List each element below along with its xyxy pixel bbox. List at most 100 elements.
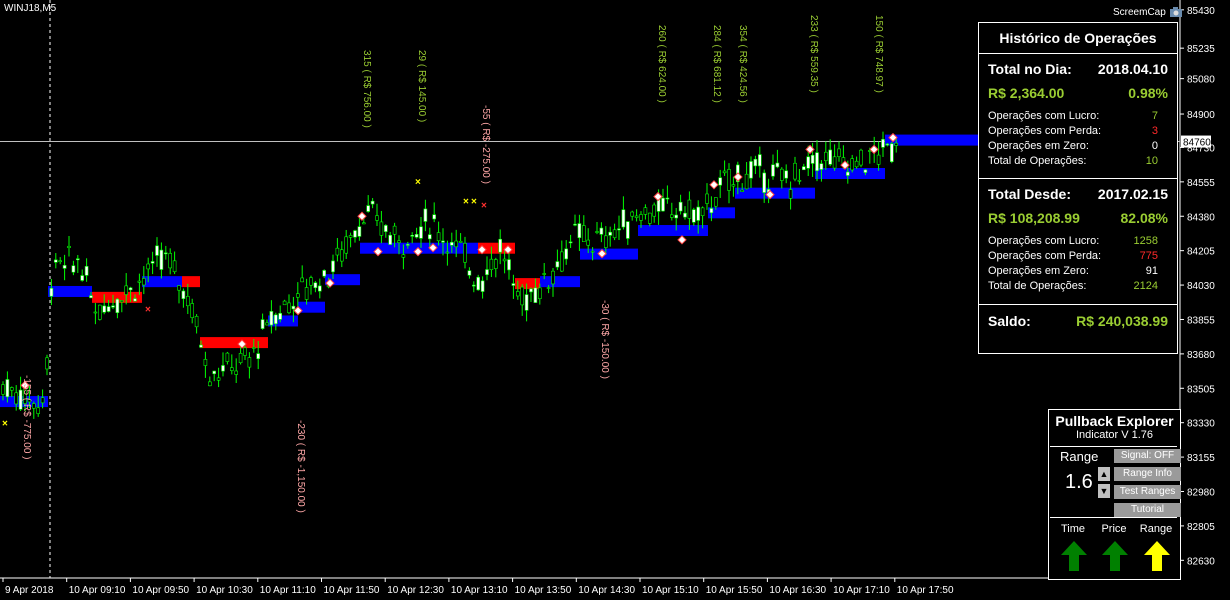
candle-body xyxy=(454,240,459,248)
trade-marker xyxy=(677,235,687,245)
range-info-button[interactable]: Range Info xyxy=(1114,467,1181,481)
x-tick-label: 10 Apr 11:10 xyxy=(260,585,316,596)
candle-body xyxy=(230,367,234,371)
candle-body xyxy=(630,211,635,217)
y-tick-label: 83330 xyxy=(1187,419,1215,430)
trade-marker xyxy=(709,180,719,190)
candle-body xyxy=(76,258,80,261)
test-ranges-button[interactable]: Test Ranges xyxy=(1114,485,1181,499)
candle-body xyxy=(273,314,278,325)
since-pct: 82.08% xyxy=(1120,210,1168,226)
candle-body xyxy=(617,228,621,231)
candle-body xyxy=(247,357,252,368)
candle-body xyxy=(208,381,212,387)
candle-body xyxy=(155,245,159,256)
candle-body xyxy=(621,209,626,228)
price-up-arrow-icon xyxy=(1102,541,1128,571)
trade-marker xyxy=(869,144,879,155)
since-date: 2017.02.15 xyxy=(1097,186,1168,202)
candle-body xyxy=(436,232,441,242)
range-down-button[interactable]: ▼ xyxy=(1098,484,1110,498)
screencap-label: ScreemCap xyxy=(1113,6,1166,18)
candle-body xyxy=(815,152,819,171)
candle-body xyxy=(427,234,432,240)
candle-body xyxy=(295,293,300,298)
y-tick-label: 84380 xyxy=(1187,212,1215,223)
candle-body xyxy=(551,270,555,285)
candle-body xyxy=(375,215,379,221)
trade-cross-marker: × xyxy=(415,177,421,188)
x-tick-label: 10 Apr 13:10 xyxy=(451,585,508,596)
x-tick-label: 10 Apr 15:10 xyxy=(642,585,699,596)
stat-value: 2124 xyxy=(1133,280,1158,292)
candle-body xyxy=(542,273,547,275)
candle-body xyxy=(586,239,591,246)
x-tick-label: 10 Apr 17:10 xyxy=(833,585,890,596)
candle-body xyxy=(595,231,599,233)
stat-label: Operações com Perda: xyxy=(988,125,1102,137)
stat-label: Operações com Lucro: xyxy=(988,235,1100,247)
camera-icon xyxy=(1169,7,1182,17)
candle-body xyxy=(449,242,454,246)
candle-body xyxy=(199,344,203,348)
candle-body xyxy=(84,266,89,276)
day-stat-row: Total de Operações: 10 xyxy=(979,154,1177,169)
candle-body xyxy=(238,353,243,364)
candle-body xyxy=(177,285,181,291)
historico-title: Histórico de Operações xyxy=(999,30,1157,46)
candle-body xyxy=(1,384,5,395)
day-stat-row: Operações com Perda: 3 xyxy=(979,124,1177,139)
tutorial-button[interactable]: Tutorial xyxy=(1114,503,1181,517)
trade-cross-marker: × xyxy=(463,197,469,208)
candle-body xyxy=(80,275,84,281)
candle-body xyxy=(150,261,155,264)
candle-body xyxy=(832,156,837,169)
candle-body xyxy=(181,290,186,299)
signal-button[interactable]: Signal: OFF xyxy=(1114,449,1181,463)
candle-body xyxy=(419,226,423,239)
candle-body xyxy=(106,306,111,312)
chart-symbol: WINJ18,M5 xyxy=(4,3,57,14)
candle-body xyxy=(388,234,393,245)
historico-panel: Histórico de Operações Total no Dia: 201… xyxy=(978,22,1178,354)
candle-body xyxy=(203,359,208,366)
candle-body xyxy=(691,209,696,223)
candle-body xyxy=(357,226,362,237)
candle-body xyxy=(806,156,811,169)
candle-body xyxy=(784,170,789,179)
stat-value: 10 xyxy=(1145,155,1158,167)
trade-annotation-label: 260 ( R$ 624.00 ) xyxy=(656,25,667,103)
candle-body xyxy=(480,280,485,292)
saldo-label: Saldo: xyxy=(988,313,1031,329)
candle-body xyxy=(753,158,758,167)
candle-body xyxy=(722,170,727,174)
y-tick-label: 84555 xyxy=(1187,178,1215,189)
candle-body xyxy=(718,177,723,186)
stat-label: Operações com Perda: xyxy=(988,250,1102,262)
stat-label: Total de Operações: xyxy=(988,155,1087,167)
candle-body xyxy=(71,265,76,273)
candle-body xyxy=(269,311,274,326)
y-tick-label: 82630 xyxy=(1187,556,1215,567)
candle-body xyxy=(405,244,410,246)
candle-body xyxy=(309,277,313,286)
since-stat-row: Operações em Zero: 91 xyxy=(979,264,1177,279)
trend-band-segment xyxy=(885,134,980,146)
candle-body xyxy=(225,352,230,362)
candle-body xyxy=(674,214,679,219)
candle-body xyxy=(67,245,71,249)
day-stat-row: Operações em Zero: 0 xyxy=(979,139,1177,154)
candle-body xyxy=(515,291,520,297)
candle-body xyxy=(529,288,533,293)
candle-body xyxy=(700,207,705,216)
screencap-button[interactable]: ScreemCap xyxy=(1113,6,1183,18)
candle-body xyxy=(625,221,630,239)
trend-band-segment xyxy=(638,225,708,237)
candle-body xyxy=(634,215,639,218)
day-label: Total no Dia: xyxy=(988,61,1072,77)
x-tick-label: 10 Apr 17:50 xyxy=(897,585,954,596)
range-up-button[interactable]: ▲ xyxy=(1098,467,1110,481)
candle-body xyxy=(445,251,450,254)
candle-body xyxy=(300,277,305,283)
candle-body xyxy=(727,169,731,191)
